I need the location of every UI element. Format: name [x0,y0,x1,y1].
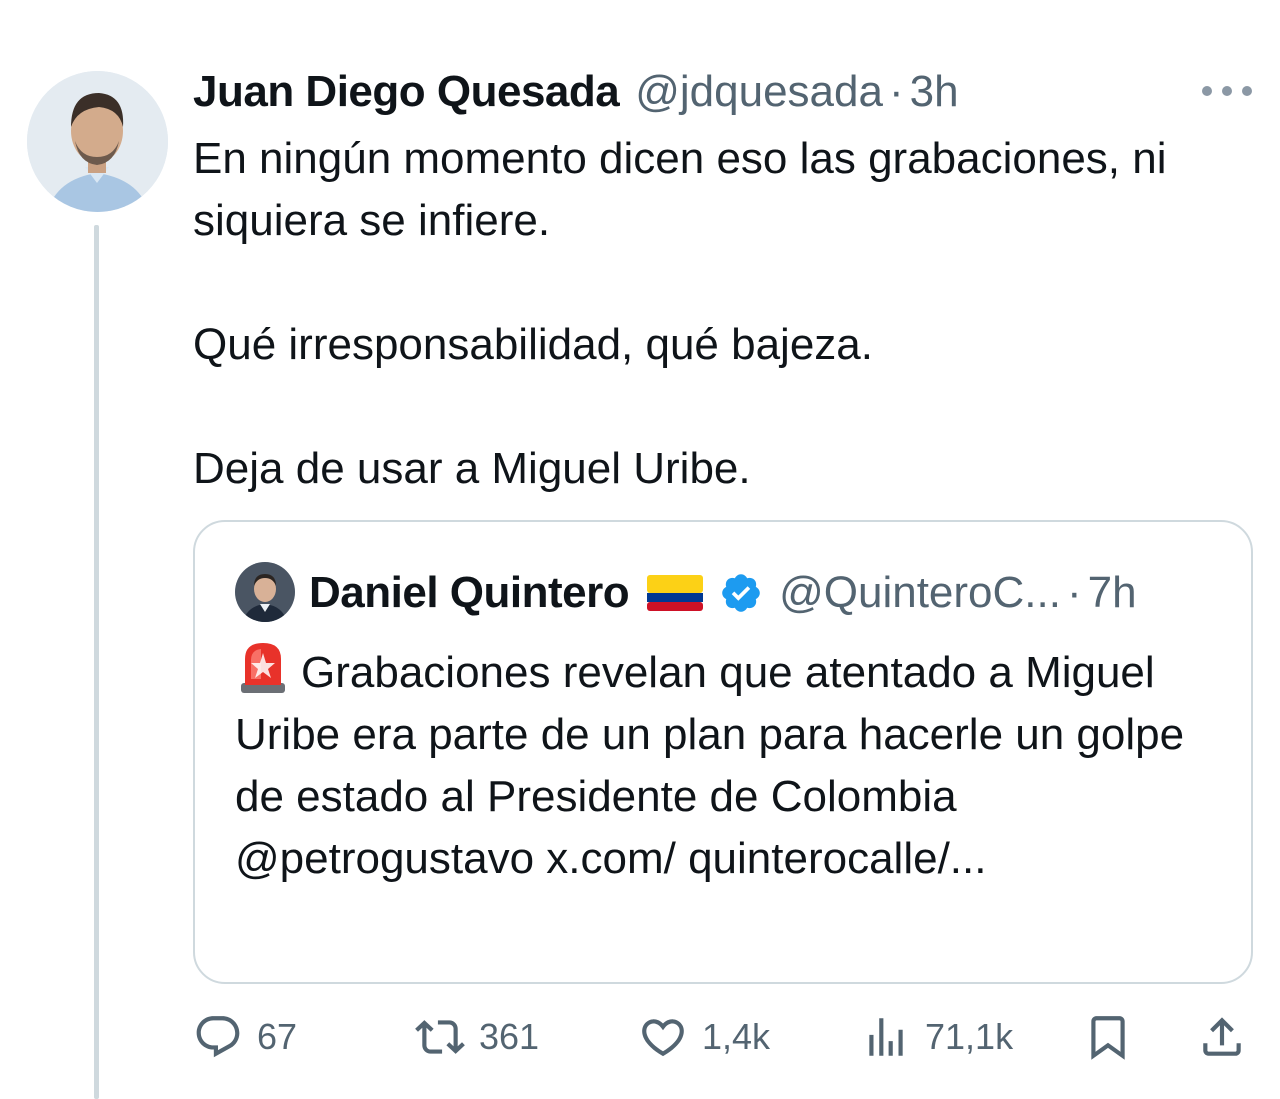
retweet-count: 361 [479,1016,540,1057]
quoted-tweet-header: Daniel Quintero @QuinteroC... · 7h [309,562,1137,624]
bookmark-button[interactable] [1083,1005,1133,1069]
tweet-header: Juan Diego Quesada @jdquesada · 3h [193,62,959,122]
quoted-tweet-card[interactable]: Daniel Quintero @QuinteroC... · 7h Graba… [193,520,1253,984]
quoted-author-avatar[interactable] [235,562,295,622]
quoted-header-separator: · [1066,568,1082,617]
views-count: 71,1k [925,1016,1014,1057]
tweet-paragraph: En ningún momento dicen eso las grabacio… [193,134,1167,245]
police-siren-emoji-icon [241,643,285,693]
quoted-tweet-text: Grabaciones revelan que atentado a Migue… [235,639,1195,890]
author-name[interactable]: Juan Diego Quesada [193,67,620,117]
share-button[interactable] [1197,1005,1247,1069]
verified-badge-icon[interactable] [719,571,763,615]
quoted-tweet-body: Grabaciones revelan que atentado a Migue… [235,648,1185,883]
more-dot [1222,86,1232,96]
heart-icon [642,1019,684,1057]
thread-line [94,225,99,1099]
more-options-icon[interactable] [1202,76,1252,106]
quoted-author-handle[interactable]: @QuinteroC... [779,568,1061,618]
like-count: 1,4k [702,1016,771,1057]
tweet-paragraph: Deja de usar a Miguel Uribe. [193,444,751,493]
views-chart-icon [869,1018,903,1056]
tweet-paragraph: Qué irresponsabilidad, qué bajeza. [193,320,874,369]
quoted-author-name[interactable]: Daniel Quintero [309,568,630,618]
header-separator: · [888,67,904,116]
views-button[interactable]: 71,1k [861,1005,1013,1069]
more-dot [1242,86,1252,96]
share-upload-icon [1203,1017,1241,1056]
tweet-timestamp[interactable]: 3h [910,67,959,117]
author-photo [27,71,168,212]
quoted-author-photo [235,562,295,622]
retweet-icon [415,1020,465,1054]
tweet-text: En ningún momento dicen eso las grabacio… [193,128,1258,500]
reply-icon [196,1016,240,1058]
bookmark-icon [1091,1016,1125,1060]
tweet: Juan Diego Quesada @jdquesada · 3h En ni… [0,0,1280,1099]
reply-button[interactable]: 67 [193,1005,297,1069]
retweet-button[interactable]: 361 [415,1005,539,1069]
colombia-flag-icon [647,575,704,611]
more-dot [1202,86,1212,96]
author-avatar[interactable] [27,71,168,212]
like-button[interactable]: 1,4k [638,1005,770,1069]
reply-count: 67 [257,1016,298,1057]
tweet-action-bar: 67 361 1,4k 71,1k [193,1005,1253,1069]
author-handle[interactable]: @jdquesada [635,67,883,117]
quoted-tweet-timestamp[interactable]: 7h [1088,568,1137,618]
